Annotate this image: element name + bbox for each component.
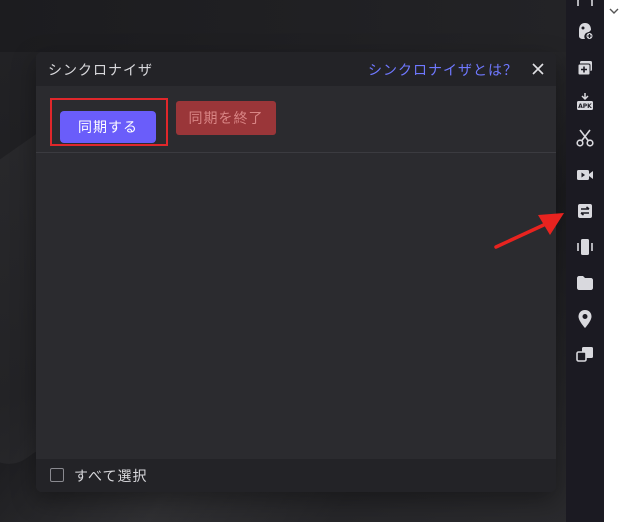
- close-icon[interactable]: [530, 61, 546, 77]
- select-all-checkbox[interactable]: [50, 468, 64, 482]
- dialog-header: シンクロナイザ シンクロナイザとは？: [36, 52, 556, 86]
- svg-text:APK: APK: [578, 103, 592, 110]
- highlight-box: 同期する: [50, 98, 168, 146]
- multi-instance-icon[interactable]: [575, 344, 595, 364]
- help-link[interactable]: シンクロナイザとは？: [368, 60, 518, 80]
- red-arrow-annotation: [494, 213, 564, 249]
- video-record-icon[interactable]: [575, 165, 595, 185]
- add-window-icon[interactable]: [575, 58, 595, 78]
- right-panel-strip: [604, 0, 622, 522]
- location-icon[interactable]: [575, 309, 595, 329]
- dialog-title: シンクロナイザ: [48, 63, 153, 79]
- background-top: [0, 0, 566, 52]
- apk-install-icon[interactable]: APK: [575, 92, 595, 112]
- keyboard-icon[interactable]: [575, 0, 595, 14]
- sync-button[interactable]: 同期する: [60, 111, 156, 143]
- shake-icon[interactable]: [575, 237, 595, 257]
- chevron-down-icon[interactable]: [609, 6, 619, 16]
- synchronizer-icon[interactable]: [575, 201, 595, 221]
- dialog-footer: すべて選択: [36, 459, 556, 492]
- sidebar: APK: [566, 0, 604, 522]
- folder-icon[interactable]: [575, 273, 595, 293]
- synchronizer-dialog: シンクロナイザ シンクロナイザとは？ 同期する 同期を終了 すべて選択: [36, 52, 556, 492]
- scissors-icon[interactable]: [575, 128, 595, 148]
- dialog-toolbar: 同期する 同期を終了: [36, 86, 556, 153]
- instance-list: [36, 153, 556, 459]
- add-app-icon[interactable]: [575, 21, 595, 41]
- select-all-label[interactable]: すべて選択: [74, 466, 147, 486]
- stop-sync-button[interactable]: 同期を終了: [176, 101, 276, 135]
